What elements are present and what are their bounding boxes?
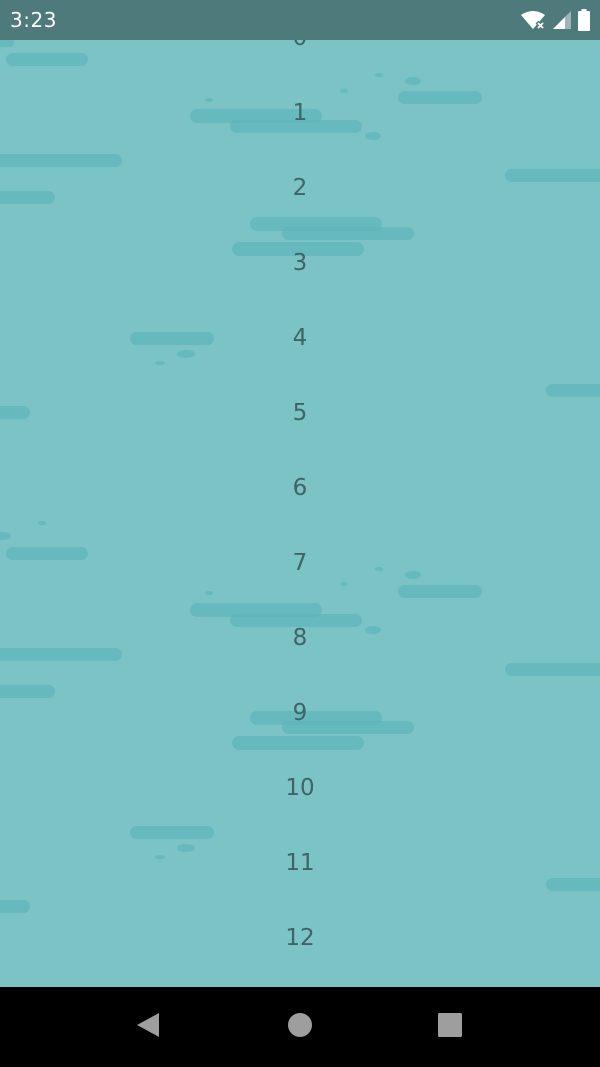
list-item[interactable]: 5 [200, 393, 400, 433]
list-item[interactable]: 12 [200, 918, 400, 958]
wifi-off-icon [520, 10, 546, 30]
status-bar: 3:23 [0, 0, 600, 40]
status-icons [520, 9, 590, 31]
list-item[interactable]: 1 [200, 93, 400, 133]
list-item[interactable]: 11 [200, 843, 400, 883]
list-item[interactable]: 2 [200, 168, 400, 208]
list-item[interactable]: 4 [200, 318, 400, 358]
list-item[interactable]: 9 [200, 693, 400, 733]
home-button[interactable] [272, 999, 328, 1055]
home-icon [287, 1012, 313, 1042]
list-item[interactable]: 3 [200, 243, 400, 283]
list-item[interactable]: 6 [200, 468, 400, 508]
recents-button[interactable] [422, 999, 478, 1055]
list-item[interactable]: 10 [200, 768, 400, 808]
number-list: 0 1 2 3 4 5 6 7 8 9 10 11 12 [0, 0, 600, 987]
back-icon [135, 1011, 161, 1043]
battery-full-icon [578, 9, 590, 31]
app-screen: 3:23 1 2 3 4 5 6 7 8 9 10 11 12 [0, 0, 600, 1067]
status-time: 3:23 [10, 8, 57, 32]
navigation-bar [0, 987, 600, 1067]
cell-signal-icon [552, 10, 572, 30]
recents-icon [437, 1012, 463, 1042]
back-button[interactable] [120, 999, 176, 1055]
list-item[interactable]: 7 [200, 543, 400, 583]
list-item[interactable]: 8 [200, 618, 400, 658]
